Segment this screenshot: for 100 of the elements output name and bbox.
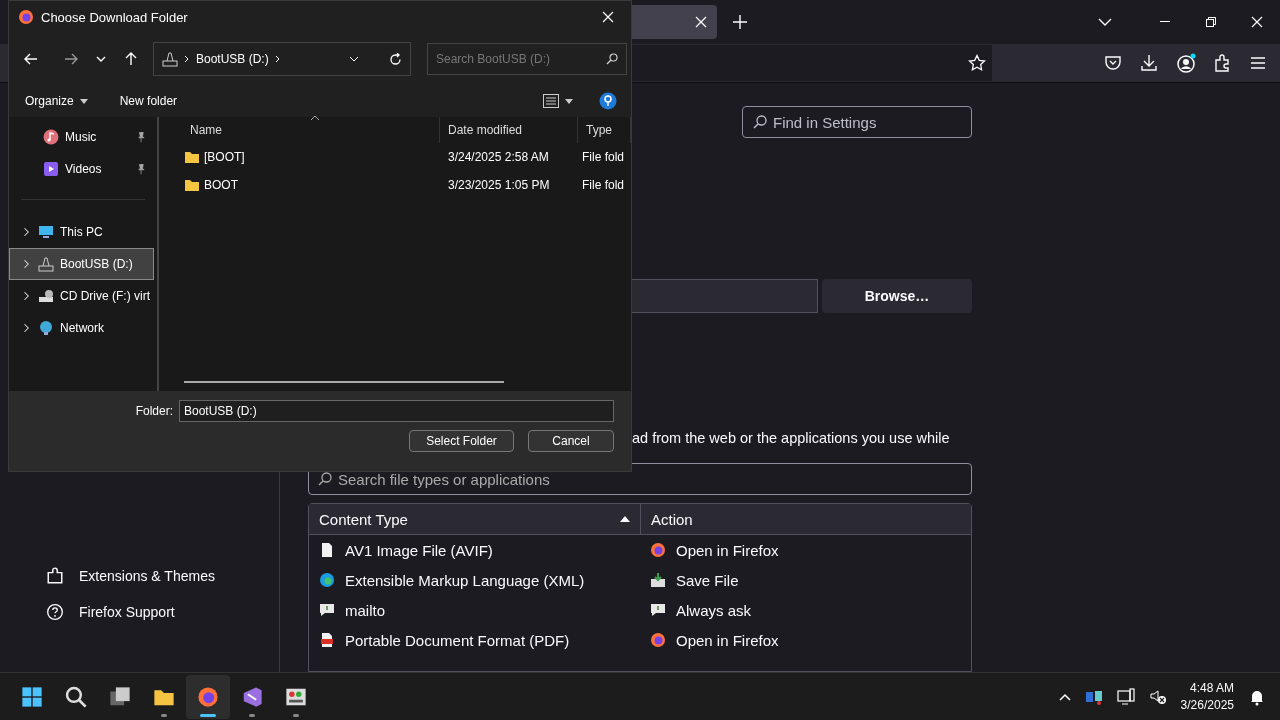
help-icon[interactable] bbox=[599, 92, 617, 110]
nav-item[interactable]: Network bbox=[9, 312, 154, 344]
network-icon[interactable] bbox=[1116, 688, 1135, 706]
video-icon bbox=[43, 161, 59, 177]
nav-item[interactable]: CD Drive (F:) virt bbox=[9, 280, 154, 312]
nav-item[interactable]: This PC bbox=[9, 216, 154, 248]
list-view-icon[interactable] bbox=[543, 94, 559, 108]
action-cell[interactable]: Open in Firefox bbox=[676, 631, 779, 649]
forward-arrow-icon[interactable] bbox=[64, 53, 78, 65]
caret-icon[interactable] bbox=[565, 98, 573, 104]
organize-menu[interactable]: Organize bbox=[19, 88, 94, 114]
plus-icon[interactable] bbox=[733, 15, 747, 29]
sidebar-link[interactable]: Firefox Support bbox=[79, 604, 175, 620]
description-text: ad from the web or the applications you use while bbox=[632, 430, 951, 446]
folder-icon bbox=[184, 149, 200, 165]
table-cell: Extensible Markup Language (XML) bbox=[345, 571, 585, 589]
nav-item[interactable]: BootUSB (D:) bbox=[9, 248, 154, 280]
new-folder-button[interactable]: New folder bbox=[113, 88, 184, 114]
breadcrumb-chevron-icon[interactable] bbox=[274, 55, 281, 63]
file-row[interactable]: BOOT 3/23/2025 1:05 PM File fold bbox=[166, 171, 631, 199]
nav-item[interactable]: Videos bbox=[9, 153, 154, 185]
music-icon bbox=[43, 129, 59, 145]
search-icon bbox=[753, 115, 767, 129]
browse-button[interactable]: Browse… bbox=[822, 279, 972, 313]
search-icon bbox=[65, 686, 87, 708]
column-header[interactable]: Type bbox=[578, 117, 631, 143]
application-icon bbox=[285, 686, 307, 708]
dialog-button[interactable]: Cancel bbox=[528, 430, 614, 452]
help-icon bbox=[46, 603, 64, 621]
speech-bubble-icon bbox=[319, 602, 335, 618]
running-indicator bbox=[200, 714, 216, 717]
address-field[interactable]: BootUSB (D:) bbox=[153, 42, 411, 76]
close-icon[interactable] bbox=[695, 16, 707, 28]
puzzle-icon[interactable] bbox=[1214, 54, 1232, 72]
bookmark-star-icon[interactable] bbox=[968, 54, 986, 72]
menu-icon[interactable] bbox=[1250, 56, 1266, 70]
up-arrow-icon[interactable] bbox=[125, 52, 137, 66]
tray-app-icon[interactable] bbox=[1084, 689, 1103, 705]
search-icon bbox=[318, 472, 332, 486]
refresh-icon[interactable] bbox=[389, 52, 402, 66]
windows-start-icon bbox=[21, 686, 43, 708]
caret-icon[interactable] bbox=[79, 98, 88, 104]
close-icon[interactable] bbox=[1251, 16, 1263, 28]
nav-item[interactable]: Music bbox=[9, 121, 154, 153]
download-tray-icon bbox=[650, 572, 666, 588]
action-cell[interactable]: Open in Firefox bbox=[676, 541, 779, 559]
puzzle-icon bbox=[46, 567, 64, 585]
sort-arrow-icon bbox=[620, 516, 630, 522]
taskbar-button[interactable] bbox=[186, 675, 230, 719]
account-icon[interactable] bbox=[1176, 53, 1196, 73]
folder-path-field[interactable] bbox=[632, 279, 818, 313]
speech-bubble-icon bbox=[650, 602, 666, 618]
restore-icon[interactable] bbox=[1206, 17, 1216, 27]
drive-icon bbox=[162, 51, 178, 67]
firefox-icon bbox=[650, 542, 666, 558]
minimize-icon[interactable] bbox=[1160, 21, 1170, 23]
search-icon bbox=[606, 53, 618, 65]
chevron-up-icon[interactable] bbox=[1058, 693, 1071, 701]
network-icon bbox=[38, 320, 54, 336]
sort-caret-icon bbox=[310, 115, 320, 121]
chevron-down-icon[interactable] bbox=[96, 56, 106, 62]
running-indicator bbox=[249, 714, 255, 717]
scrollbar[interactable] bbox=[184, 381, 504, 383]
file-row[interactable]: [BOOT] 3/24/2025 2:58 AM File fold bbox=[166, 143, 631, 171]
back-arrow-icon[interactable] bbox=[24, 53, 38, 65]
sidebar-link[interactable]: Extensions & Themes bbox=[79, 568, 215, 584]
visual-studio-icon bbox=[241, 686, 263, 708]
column-header[interactable]: Content Type bbox=[309, 504, 640, 534]
breadcrumb-item[interactable]: BootUSB (D:) bbox=[196, 52, 269, 66]
pocket-icon[interactable] bbox=[1104, 54, 1122, 72]
pin-icon bbox=[135, 163, 147, 175]
running-indicator bbox=[293, 714, 299, 717]
dialog-button[interactable]: Select Folder bbox=[409, 430, 514, 452]
placeholder-text: Find in Settings bbox=[773, 113, 877, 131]
pin-icon bbox=[135, 131, 147, 143]
action-cell[interactable]: Save File bbox=[676, 571, 739, 589]
clock[interactable]: 4:48 AM 3/26/2025 bbox=[1180, 680, 1234, 714]
column-header[interactable]: Name bbox=[166, 117, 440, 143]
placeholder-text: Search BootUSB (D:) bbox=[436, 52, 551, 66]
action-cell[interactable]: Always ask bbox=[676, 601, 752, 619]
find-in-settings-field[interactable]: Find in Settings bbox=[742, 106, 972, 138]
column-header[interactable]: Date modified bbox=[440, 117, 578, 143]
edge-icon bbox=[319, 572, 335, 588]
column-header[interactable]: Action bbox=[640, 504, 971, 534]
window-title: Choose Download Folder bbox=[41, 9, 188, 25]
download-icon[interactable] bbox=[1140, 54, 1158, 72]
placeholder-text: Search file types or applications bbox=[338, 470, 550, 488]
chevron-down-icon[interactable] bbox=[1098, 18, 1112, 26]
running-indicator bbox=[161, 714, 167, 717]
file-icon bbox=[319, 542, 335, 558]
monitor-icon bbox=[38, 224, 54, 240]
breadcrumb-chevron-icon[interactable] bbox=[184, 55, 190, 63]
dropdown-caret-icon[interactable] bbox=[349, 56, 359, 62]
pdf-icon bbox=[319, 632, 335, 648]
close-icon[interactable] bbox=[602, 11, 614, 23]
folder-icon bbox=[184, 177, 200, 193]
dialog-search-field[interactable]: Search BootUSB (D:) bbox=[427, 43, 627, 75]
folder-field[interactable]: BootUSB (D:) bbox=[179, 400, 614, 422]
muted-speaker-icon[interactable] bbox=[1148, 688, 1167, 706]
drive-icon bbox=[38, 288, 54, 304]
